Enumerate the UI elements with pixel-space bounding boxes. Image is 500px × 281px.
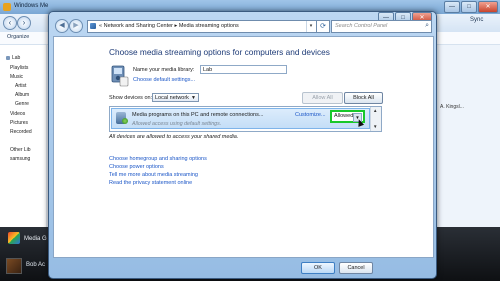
homegroup-sharing-link[interactable]: Choose homegroup and sharing options [109,156,207,162]
media-guide-icon [8,232,20,244]
breadcrumb-root-arrow[interactable]: « [99,23,102,29]
back-arrow-icon[interactable]: ◀ [55,19,69,33]
dialog-footer: OK Cancel [53,257,432,277]
library-name-label: Name your media library: [133,67,195,73]
search-placeholder: Search Control Panel [335,23,388,29]
device-list-scrollbar[interactable]: ▲ ▼ [370,107,381,131]
breadcrumb-separator-icon[interactable]: ▸ [175,23,178,29]
scroll-up-icon[interactable]: ▲ [373,108,377,113]
sync-tab[interactable]: Sync [470,17,483,23]
sidebar-item-lab[interactable]: Lab [6,55,20,61]
media-library-icon [111,65,129,87]
show-devices-label: Show devices on: [109,95,153,101]
device-list: Media programs on this PC and remote con… [109,106,382,132]
media-streaming-options-dialog: — □ ✕ ◀ ▶ « Network and Sharing Center ▸… [48,11,437,279]
refresh-icon[interactable]: ⟳ [316,20,330,33]
media-player-caption-buttons: — □ ✕ [444,1,498,13]
device-name: Media programs on this PC and remote con… [132,112,264,118]
sidebar-item-pictures[interactable]: Pictures [10,120,28,126]
sidebar-item-videos[interactable]: Videos [10,111,25,117]
sidebar-item-artist[interactable]: Artist [15,83,26,89]
show-devices-dropdown[interactable]: Local network ▼ [152,93,199,102]
forward-arrow-icon[interactable]: ▶ [69,19,83,33]
show-devices-value: Local network [155,95,189,101]
chevron-down-icon: ▼ [191,95,196,101]
forward-arrow-icon[interactable]: › [17,16,31,30]
organize-menu[interactable]: Organize [7,34,29,40]
scroll-down-icon[interactable]: ▼ [373,124,377,129]
address-dropdown-icon[interactable]: ▾ [306,21,315,32]
breadcrumb-network-and-sharing-center[interactable]: Network and Sharing Center [104,23,173,29]
close-button[interactable]: ✕ [478,1,498,13]
media-player-icon [3,3,11,11]
device-status: Allowed access using default settings. [132,121,222,127]
list-item[interactable]: Media programs on this PC and remote con… [111,108,370,129]
choose-default-settings-link[interactable]: Choose default settings... [133,77,195,83]
power-options-link[interactable]: Choose power options [109,164,164,170]
sidebar-item-samsung[interactable]: samsung [10,156,30,162]
allow-all-button[interactable]: Allow All [302,92,343,104]
dialog-navigation-bar: ◀ ▶ « Network and Sharing Center ▸ Media… [53,17,432,35]
sidebar-item-music[interactable]: Music [10,74,23,80]
library-name-field[interactable]: Lab [200,65,287,74]
dialog-content: Choose media streaming options for compu… [53,36,434,258]
allowed-badge-icon [122,118,128,124]
search-input[interactable]: Search Control Panel ⌕ [331,20,432,33]
sidebar-item-album[interactable]: Album [15,92,29,98]
block-all-button[interactable]: Block All [344,92,383,104]
ok-button[interactable]: OK [301,262,335,274]
back-arrow-icon[interactable]: ‹ [3,16,17,30]
album-art-thumbnail [6,258,22,274]
control-panel-icon [90,23,96,29]
minimize-button[interactable]: — [444,1,460,13]
list-pane-text: A. Kingsl... [440,104,464,110]
address-bar[interactable]: « Network and Sharing Center ▸ Media str… [87,20,317,33]
permission-value: Allowed [334,113,354,119]
media-guide-link[interactable]: Media G [24,236,47,242]
sidebar-item-recorded[interactable]: Recorded [10,129,32,135]
sidebar-item-playlists[interactable]: Playlists [10,65,28,71]
sidebar-item-other-libraries[interactable]: Other Lib [10,147,31,153]
sidebar-item-genre[interactable]: Genre [15,101,29,107]
maximize-button[interactable]: □ [461,1,477,13]
customize-link[interactable]: Customize... [295,112,326,118]
breadcrumb: « Network and Sharing Center ▸ Media str… [99,23,239,29]
now-playing-artist: Bob Ac [26,262,46,268]
page-title: Choose media streaming options for compu… [109,47,330,57]
media-streaming-help-link[interactable]: Tell me more about media streaming [109,172,198,178]
cancel-button[interactable]: Cancel [339,262,373,274]
search-icon[interactable]: ⌕ [425,22,429,30]
media-player-title: Windows Me [14,3,49,9]
all-devices-allowed-notice: All devices are allowed to access your s… [109,134,239,140]
privacy-statement-link[interactable]: Read the privacy statement online [109,180,192,186]
breadcrumb-media-streaming-options[interactable]: Media streaming options [179,23,239,29]
